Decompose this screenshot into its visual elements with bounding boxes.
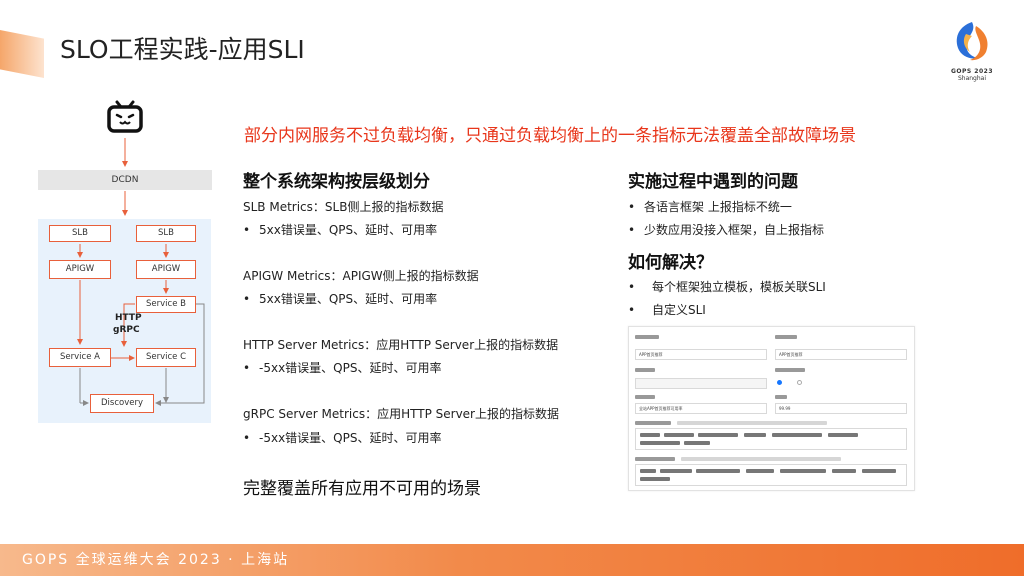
blurred-text — [696, 469, 740, 473]
bullet-text: 自定义SLI — [652, 303, 706, 317]
service-a-node: Service A — [49, 348, 111, 367]
blurred-text — [640, 477, 670, 481]
slb-node-1: SLB — [49, 225, 111, 242]
bullet-text: 少数应用没接入框架，自上报指标 — [644, 223, 825, 237]
problem-item-2: • 少数应用没接入框架，自上报指标 — [628, 221, 824, 238]
logo-year-text: GOPS 2023 — [950, 68, 994, 75]
bullet-dot: • — [628, 223, 636, 237]
grpc-metrics-bullet: • -5xx错误量、QPS、延时、可用率 — [243, 429, 441, 446]
problem-item-1: • 各语言框架 上报指标不统一 — [628, 198, 792, 215]
service-b-node: Service B — [136, 296, 196, 313]
discovery-node: Discovery — [90, 394, 154, 413]
diagram-arrows — [77, 138, 205, 406]
slide-subtitle: 部分内网服务不过负载均衡，只通过负载均衡上的一条指标无法覆盖全部故障场景 — [244, 126, 856, 146]
form-field-1: APP首页推荐 — [635, 349, 767, 360]
logo-city-text: Shanghai — [957, 75, 987, 82]
blurred-text — [746, 469, 774, 473]
bullet-text: -5xx错误量、QPS、延时、可用率 — [259, 361, 442, 375]
form-label — [635, 395, 655, 399]
form-label — [635, 368, 655, 372]
blurred-text — [684, 441, 710, 445]
slb-metrics-bullet: • 5xx错误量、QPS、延时、可用率 — [243, 221, 437, 238]
form-label — [775, 395, 787, 399]
form-label — [775, 335, 797, 339]
blurred-text — [640, 441, 680, 445]
protocol-label-http: HTTP — [115, 313, 142, 323]
bullet-text: 5xx错误量、QPS、延时、可用率 — [259, 292, 438, 306]
blurred-text — [862, 469, 896, 473]
blurred-text — [828, 433, 858, 437]
radio-off — [797, 380, 802, 385]
form-field-4: 99.99 — [775, 403, 907, 414]
protocol-label-grpc: gRPC — [113, 325, 140, 335]
query-textarea-2 — [635, 464, 907, 486]
grpc-metrics-title: gRPC Server Metrics：应用HTTP Server上报的指标数据 — [243, 407, 559, 421]
blurred-text — [640, 433, 660, 437]
form-select — [635, 378, 767, 389]
gops-flame-icon — [956, 22, 988, 61]
coverage-conclusion: 完整覆盖所有应用不可用的场景 — [243, 479, 481, 499]
query-textarea-1 — [635, 428, 907, 450]
bullet-dot: • — [243, 223, 251, 237]
blurred-text — [744, 433, 766, 437]
slb-node-2: SLB — [136, 225, 196, 242]
bullet-dot: • — [628, 303, 636, 317]
http-metrics-title: HTTP Server Metrics：应用HTTP Server上报的指标数据 — [243, 338, 559, 352]
bullet-dot: • — [243, 361, 251, 375]
bullet-dot: • — [628, 280, 636, 294]
bullet-text: 每个框架独立模板，模板关联SLI — [652, 280, 826, 294]
apigw-metrics-title: APIGW Metrics：APIGW侧上报的指标数据 — [243, 269, 479, 283]
form-field-3: 全站APP首页推荐可用率 — [635, 403, 767, 414]
bullet-text: 各语言框架 上报指标不统一 — [644, 200, 792, 214]
gops-logo: GOPS 2023 Shanghai — [946, 18, 998, 88]
bullet-dot: • — [628, 200, 636, 214]
apigw-node-2: APIGW — [136, 260, 196, 279]
form-hint — [681, 457, 841, 461]
form-label — [775, 368, 805, 372]
solution-item-1: • 每个框架独立模板，模板关联SLI — [628, 278, 826, 295]
http-metrics-bullet: • -5xx错误量、QPS、延时、可用率 — [243, 359, 441, 376]
form-hint — [677, 421, 827, 425]
service-c-node: Service C — [136, 348, 196, 367]
blurred-text — [772, 433, 822, 437]
footer-text: GOPS 全球运维大会 2023 · 上海站 — [22, 552, 290, 568]
radio-on — [777, 380, 782, 385]
solution-heading: 如何解决？ — [628, 253, 713, 273]
bullet-text: 5xx错误量、QPS、延时、可用率 — [259, 223, 438, 237]
blurred-text — [664, 433, 694, 437]
architecture-heading: 整个系统架构按层级划分 — [243, 172, 430, 192]
form-label — [635, 421, 671, 425]
solution-item-2: • 自定义SLI — [628, 301, 706, 318]
blurred-text — [640, 469, 656, 473]
blurred-text — [698, 433, 738, 437]
bullet-dot: • — [243, 431, 251, 445]
blurred-text — [832, 469, 856, 473]
apigw-metrics-bullet: • 5xx错误量、QPS、延时、可用率 — [243, 290, 437, 307]
apigw-node-1: APIGW — [49, 260, 111, 279]
problems-heading: 实施过程中遇到的问题 — [628, 172, 798, 192]
form-label — [635, 335, 659, 339]
bullet-dot: • — [243, 292, 251, 306]
blurred-text — [780, 469, 826, 473]
form-label — [635, 457, 675, 461]
sli-config-form-screenshot: APP首页推荐 APP首页推荐 全站APP首页推荐可用率 99.99 — [628, 326, 915, 491]
form-field-2: APP首页推荐 — [775, 349, 907, 360]
blurred-text — [660, 469, 692, 473]
slb-metrics-title: SLB Metrics：SLB侧上报的指标数据 — [243, 200, 444, 214]
bullet-text: -5xx错误量、QPS、延时、可用率 — [259, 431, 442, 445]
